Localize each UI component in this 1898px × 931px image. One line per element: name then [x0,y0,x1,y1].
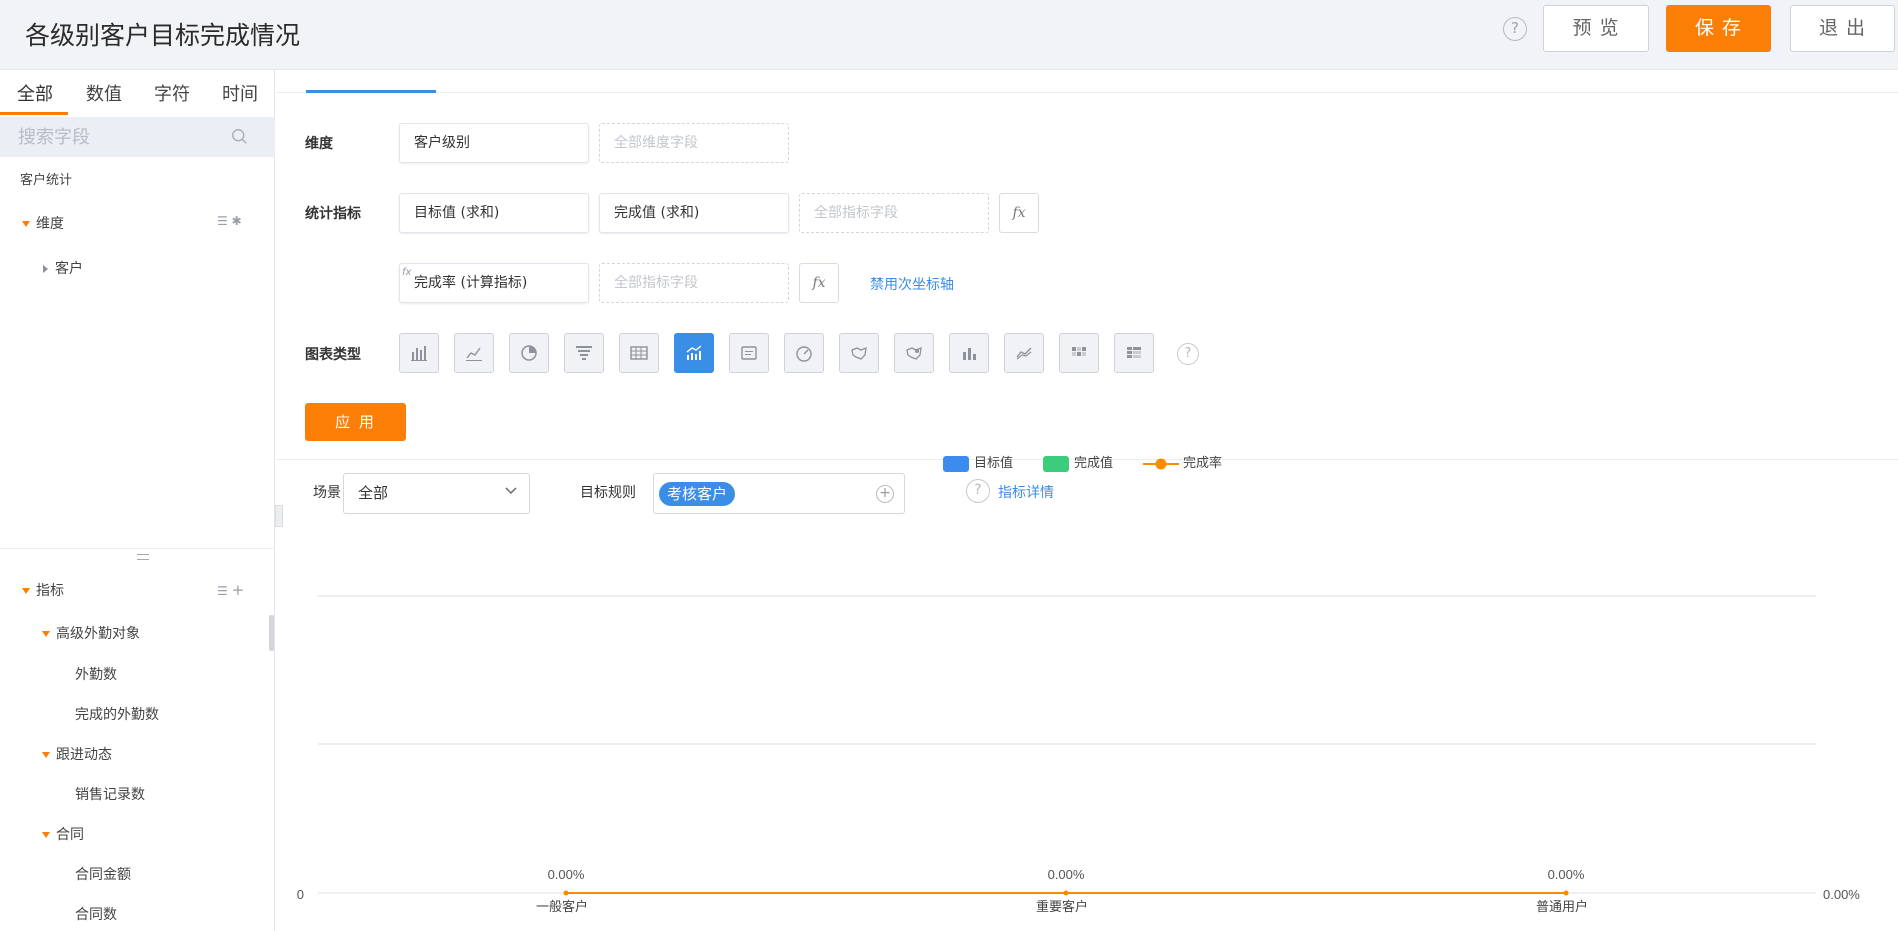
indicator-group-label: 指标 [36,583,64,599]
dataset-label: 客户统计 [20,173,73,188]
indicator-group[interactable]: 指标 [22,580,64,600]
chart-type-label: 图表类型 [305,347,361,363]
bubble-map-icon[interactable] [894,333,934,373]
pie-chart-icon[interactable] [509,333,549,373]
tree-group-field-visit[interactable]: 高级外勤对象 [42,623,140,643]
panel-divider [0,548,275,549]
collapse-icon [43,265,48,273]
rate-data-label: 0.00% [548,867,585,882]
config-tab-bar [276,92,1898,93]
field-search-input[interactable] [18,124,218,150]
active-tab-indicator [0,112,68,115]
metric-field-target[interactable]: 目标值 (求和) [399,193,589,233]
tree-item-completed-visits[interactable]: 完成的外勤数 [75,704,159,724]
tree-item-sales-records[interactable]: 销售记录数 [75,784,145,804]
x-tick-label: 一般客户 [536,899,588,914]
tree-item-customer[interactable]: 客户 [43,258,83,278]
combo-chart: 0 0.00% 0.00% 一般客户 0.00% 重要客户 0.00% 普通用户 [297,595,1860,914]
card-chart-icon[interactable] [729,333,769,373]
expand-icon [42,631,50,637]
expand-icon [22,221,30,227]
tab-string[interactable]: 字符 [154,80,190,106]
expand-icon [22,588,30,594]
tree-item-contract-amount[interactable]: 合同金额 [75,864,131,884]
dimension-label: 维度 [305,136,333,152]
funnel-chart-icon[interactable] [564,333,604,373]
apply-button[interactable]: 应 用 [305,403,406,441]
metric-drop-zone[interactable]: 全部指标字段 [799,193,989,233]
page-title: 各级别客户目标完成情况 [25,21,301,50]
map-chart-icon[interactable] [839,333,879,373]
field-type-tabs: 全部 数值 字符 时间 [0,70,275,118]
tree-item-visit-count[interactable]: 外勤数 [75,664,117,684]
dimension-drop-zone[interactable]: 全部维度字段 [599,123,789,163]
gauge-chart-icon[interactable] [784,333,824,373]
x-tick-label: 普通用户 [1536,899,1588,914]
header-bar: 各级别客户目标完成情况 ? 预 览 保 存 退 出 [0,0,1898,70]
formula-button-secondary[interactable]: fx [799,263,839,303]
calc-field-rate[interactable]: fx 完成率 (计算指标) [399,263,589,303]
help-icon[interactable]: ? [1503,17,1527,41]
tree-group-label: 合同 [56,827,84,843]
metric-label: 统计指标 [305,206,361,222]
expand-icon [42,832,50,838]
rate-data-label: 0.00% [1048,867,1085,882]
settings-icon[interactable]: ✱ [232,214,242,228]
tree-group-contract[interactable]: 合同 [42,824,84,844]
save-button[interactable]: 保 存 [1666,5,1771,52]
dimension-group-label: 维度 [36,216,64,232]
expand-icon [42,752,50,758]
calc-field-label: 完成率 (计算指标) [414,275,528,291]
preview-button[interactable]: 预 览 [1543,5,1649,52]
field-sidebar: 全部 数值 字符 时间 客户统计 维度 ☰ ✱ 客户 指标 ☰ + 高级外勤对象… [0,70,275,931]
chart-type-help-icon[interactable]: ? [1177,343,1199,365]
metric-field-complete[interactable]: 完成值 (求和) [599,193,789,233]
rate-point [563,890,569,896]
rate-point [1563,890,1569,896]
stacked-bar-icon[interactable] [949,333,989,373]
combo-chart-icon[interactable] [674,333,714,373]
tab-time[interactable]: 时间 [222,80,258,106]
y-left-tick-label: 0 [297,887,304,902]
tree-item-label: 客户 [55,261,83,277]
x-tick-label: 重要客户 [1036,899,1088,914]
disable-secondary-axis-link[interactable]: 禁用次坐标轴 [870,274,954,294]
rate-data-label: 0.00% [1548,867,1585,882]
formula-badge-icon: fx [402,267,412,278]
tab-number[interactable]: 数值 [86,80,122,106]
y-right-tick-label: 0.00% [1823,887,1860,902]
pivot-table-icon[interactable] [1114,333,1154,373]
tree-group-followup[interactable]: 跟进动态 [42,744,112,764]
rate-point [1063,890,1069,896]
exit-button[interactable]: 退 出 [1790,5,1895,52]
secondary-metric-drop-zone[interactable]: 全部指标字段 [599,263,789,303]
tree-group-label: 高级外勤对象 [56,626,140,642]
resize-handle-icon[interactable] [137,554,149,560]
line-chart-icon[interactable] [454,333,494,373]
tree-item-contract-count[interactable]: 合同数 [75,904,117,924]
table-chart-icon[interactable] [619,333,659,373]
tab-all[interactable]: 全部 [17,80,53,106]
dimension-group[interactable]: 维度 [22,213,64,233]
sort-icon[interactable]: ☰ [217,214,228,228]
indicator-tools: ☰ + [217,581,244,599]
add-icon[interactable]: + [232,581,245,599]
field-search-box [0,117,275,157]
dimension-field-chip[interactable]: 客户级别 [399,123,589,163]
search-icon[interactable] [231,128,248,145]
bar-chart-icon[interactable] [399,333,439,373]
heatmap-icon[interactable] [1059,333,1099,373]
tree-group-label: 跟进动态 [56,747,112,763]
formula-button[interactable]: fx [999,193,1039,233]
dimension-tools: ☰ ✱ [217,214,242,228]
sort-icon[interactable]: ☰ [217,584,228,598]
sidebar-scrollbar[interactable] [269,615,274,651]
area-chart-icon[interactable] [1004,333,1044,373]
active-config-tab[interactable] [306,90,436,93]
